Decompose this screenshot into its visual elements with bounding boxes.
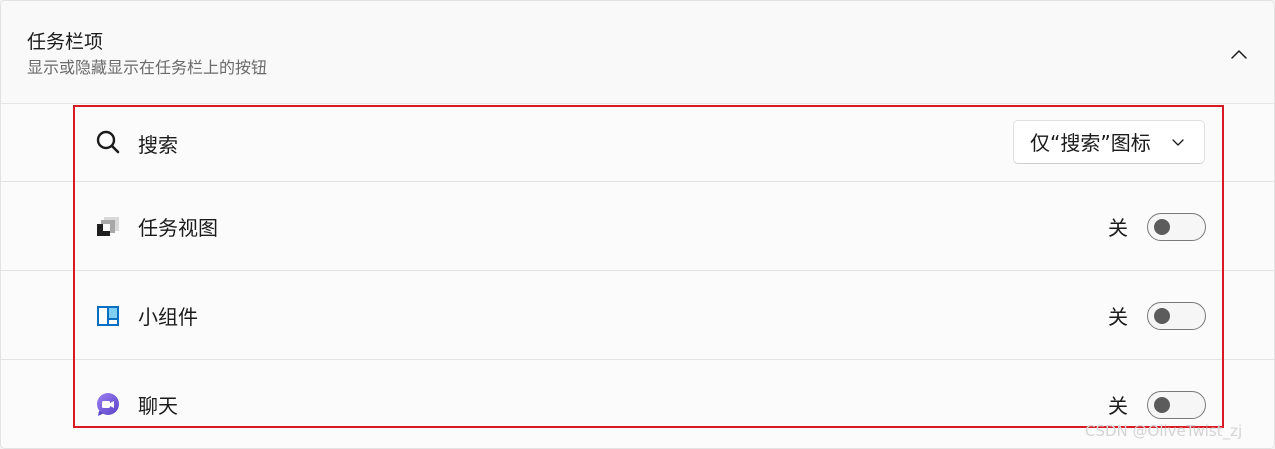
setting-row-task-view: 任务视图 关 [1,182,1274,271]
toggle-state-label: 关 [1108,305,1128,329]
task-view-icon [94,213,122,241]
widgets-toggle[interactable] [1147,302,1206,330]
chat-toggle[interactable] [1147,391,1206,419]
dropdown-selected-value: 仅“搜索”图标 [1030,131,1151,155]
setting-label-widgets: 小组件 [138,305,198,329]
chat-icon [94,391,122,419]
toggle-knob [1154,397,1170,413]
toggle-knob [1154,219,1170,235]
setting-label-search: 搜索 [138,133,178,157]
setting-row-search: 搜索 仅“搜索”图标 [1,104,1274,182]
search-mode-dropdown[interactable]: 仅“搜索”图标 [1013,120,1205,164]
section-title: 任务栏项 [27,31,104,53]
section-subtitle: 显示或隐藏显示在任务栏上的按钮 [27,58,268,77]
watermark: CSDN @OliveTwist_zj [1085,422,1243,440]
setting-label-chat: 聊天 [138,394,178,418]
setting-row-chat: 聊天 关 [1,360,1274,448]
widgets-icon [94,302,122,330]
collapse-button[interactable] [1223,39,1255,71]
search-icon [94,128,122,156]
chevron-down-icon [1172,139,1184,146]
section-header[interactable]: 任务栏项 显示或隐藏显示在任务栏上的按钮 [1,1,1274,104]
toggle-state-label: 关 [1108,216,1128,240]
setting-label-task-view: 任务视图 [138,216,218,240]
toggle-knob [1154,308,1170,324]
setting-row-widgets: 小组件 关 [1,271,1274,360]
toggle-state-label: 关 [1108,394,1128,418]
taskbar-items-card: 任务栏项 显示或隐藏显示在任务栏上的按钮 搜索 仅“搜索”图标 任务视图 关 小… [0,0,1275,449]
task-view-toggle[interactable] [1147,213,1206,241]
chevron-up-icon [1231,50,1247,59]
